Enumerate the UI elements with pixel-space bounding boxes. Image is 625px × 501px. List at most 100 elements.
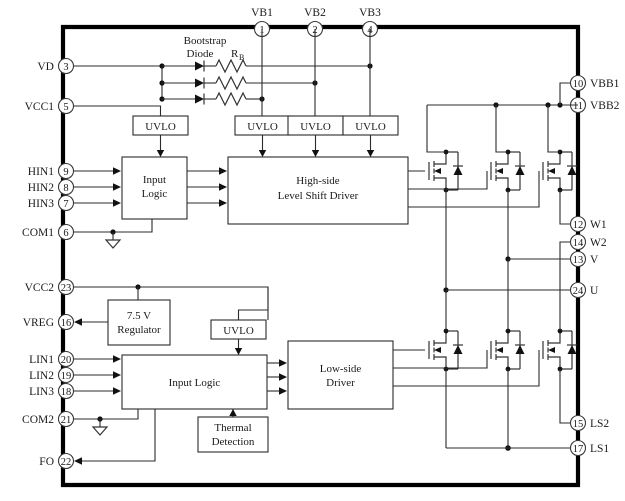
thermal-line2: Detection xyxy=(212,436,255,448)
thermal-detection-block[interactable]: Thermal Detection xyxy=(197,416,269,453)
regulator-line1: 7.5 V xyxy=(127,310,151,322)
arrowhead-ls-3 xyxy=(279,387,287,395)
pin-w1[interactable]: 12 W1 xyxy=(569,215,607,233)
fo-output-wire xyxy=(74,409,156,465)
mosfet-v-body-diode xyxy=(515,166,525,175)
mosfet-u-arrow xyxy=(434,168,441,174)
pin-fo[interactable]: FO 22 xyxy=(39,452,75,470)
thermal-to-inputlogic-wire xyxy=(229,409,237,417)
pin-vreg-label: VREG xyxy=(23,317,54,329)
uvlo-vb3-label: UVLO xyxy=(355,121,386,133)
pin-com2-number: 21 xyxy=(61,415,72,426)
pin-w2[interactable]: 14 W2 xyxy=(569,233,607,251)
pin-ls2[interactable]: 15 LS2 xyxy=(569,414,610,432)
mosfet-v-arrow xyxy=(496,168,503,174)
pin-vcc2-number: 23 xyxy=(61,283,72,294)
mosfet-lv-arrow xyxy=(496,347,503,353)
bootstrap-diode-3-body xyxy=(195,94,204,104)
arrowhead-lin1 xyxy=(113,355,121,363)
pin-w2-label: W2 xyxy=(590,237,607,249)
inputlogic-to-lowside-wires xyxy=(267,359,287,395)
pin-vcc1[interactable]: VCC1 5 xyxy=(25,97,75,115)
pin-vbb1[interactable]: 10 VBB1 xyxy=(569,74,620,92)
inputlogic-to-highside-wires xyxy=(187,167,227,207)
mosfet-lw-arrow xyxy=(548,347,555,353)
low-side-driver-block[interactable]: Low-side Driver xyxy=(287,340,394,410)
arrowhead-hin2 xyxy=(113,183,121,191)
high-side-driver-line2: Level Shift Driver xyxy=(278,190,359,202)
bootstrap-resistor-2 xyxy=(215,75,247,91)
pin-hin2[interactable]: HIN2 8 xyxy=(28,178,75,196)
pin-u-number: 24 xyxy=(573,286,584,297)
input-logic-low-block[interactable]: Input Logic xyxy=(121,354,268,410)
arrowhead-hin1 xyxy=(113,167,121,175)
pin-vcc1-number: 5 xyxy=(63,102,68,113)
left-pin-group: VD 3 VCC1 5 HIN1 9 HIN2 8 HIN3 7 COM1 6 … xyxy=(22,57,75,470)
uvlo-vb2-label: UVLO xyxy=(300,121,331,133)
uvlo-vcc2-block[interactable]: UVLO xyxy=(210,319,267,340)
bootstrap-branch-2 xyxy=(162,75,318,91)
pin-vbb2-label: VBB2 xyxy=(590,100,620,112)
pin-vreg[interactable]: VREG 16 xyxy=(23,313,75,331)
pin-ls1[interactable]: 17 LS1 xyxy=(569,439,610,457)
pin-vbb1-label: VBB1 xyxy=(590,78,620,90)
pin-vcc1-label: VCC1 xyxy=(25,101,55,113)
mosfet-high-u xyxy=(408,105,463,290)
high-side-driver-block[interactable]: High-side Level Shift Driver xyxy=(227,156,409,225)
pin-hin2-number: 8 xyxy=(63,183,68,194)
uvlo-vb2-block[interactable]: UVLO xyxy=(287,115,344,136)
bootstrap-resistor-1 xyxy=(215,58,247,74)
lin-input-wires xyxy=(74,355,121,395)
pin-fo-label: FO xyxy=(39,456,54,468)
uvlo-vcc1-label: UVLO xyxy=(145,121,176,133)
uvlo-vb1-block[interactable]: UVLO xyxy=(234,115,291,136)
pin-lin2[interactable]: LIN2 19 xyxy=(29,366,75,384)
arrowhead-hs-2 xyxy=(219,183,227,191)
pin-hin3-label: HIN3 xyxy=(28,198,54,210)
low-side-driver-box xyxy=(287,340,394,410)
uvlo-vcc1-block[interactable]: UVLO xyxy=(132,115,189,136)
bootstrap-branch-3 xyxy=(162,91,265,107)
pin-lin1-number: 20 xyxy=(61,355,72,366)
input-logic-high-block[interactable]: Input Logic xyxy=(121,156,188,220)
pin-hin3[interactable]: HIN3 7 xyxy=(28,194,75,212)
vcc1-wiring xyxy=(74,105,162,116)
arrowhead-fo xyxy=(74,457,82,465)
pin-vd-number: 3 xyxy=(63,62,68,73)
mosfet-u-body-diode xyxy=(453,166,463,175)
pin-u-label: U xyxy=(590,285,599,297)
bootstrap-label-line1: Bootstrap xyxy=(184,35,227,47)
pin-w2-number: 14 xyxy=(573,238,584,249)
uvlo-vb3-block[interactable]: UVLO xyxy=(342,115,399,136)
pin-v[interactable]: 13 V xyxy=(569,250,600,268)
mosfet-lu-body-diode xyxy=(453,345,463,354)
pin-hin1[interactable]: HIN1 9 xyxy=(28,162,75,180)
regulator-line2: Regulator xyxy=(117,324,161,336)
arrowhead-uvlo-vcc1 xyxy=(156,150,165,157)
pin-com2[interactable]: COM2 21 xyxy=(22,410,75,428)
arrowhead-ls-1 xyxy=(279,359,287,367)
pin-vcc2[interactable]: VCC2 23 xyxy=(25,278,75,296)
pin-vd[interactable]: VD 3 xyxy=(37,57,75,75)
high-side-driver-line1: High-side xyxy=(296,175,340,187)
arrowhead-thermal xyxy=(229,409,237,416)
arrowhead-lin2 xyxy=(113,371,121,379)
pin-lin3[interactable]: LIN3 18 xyxy=(29,382,75,400)
pin-hin2-label: HIN2 xyxy=(28,182,54,194)
arrowhead-ls-2 xyxy=(279,373,287,381)
pin-com1[interactable]: COM1 6 xyxy=(22,223,75,241)
pin-u[interactable]: 24 U xyxy=(569,281,600,299)
pin-v-label: V xyxy=(590,254,599,266)
com2-ground xyxy=(74,409,139,436)
mosfet-low-v xyxy=(393,259,525,451)
bootstrap-resistor-3 xyxy=(215,91,247,107)
com1-ground xyxy=(74,219,153,249)
pin-hin1-number: 9 xyxy=(63,167,68,178)
regulator-block[interactable]: 7.5 V Regulator xyxy=(107,299,171,346)
pin-lin1[interactable]: LIN1 20 xyxy=(29,350,75,368)
rb-label: R xyxy=(231,48,239,60)
low-side-driver-line2: Driver xyxy=(326,377,355,389)
pin-vb3-label: VB3 xyxy=(359,7,381,19)
arrowhead-lin3 xyxy=(113,387,121,395)
high-side-power-stage xyxy=(408,82,578,290)
